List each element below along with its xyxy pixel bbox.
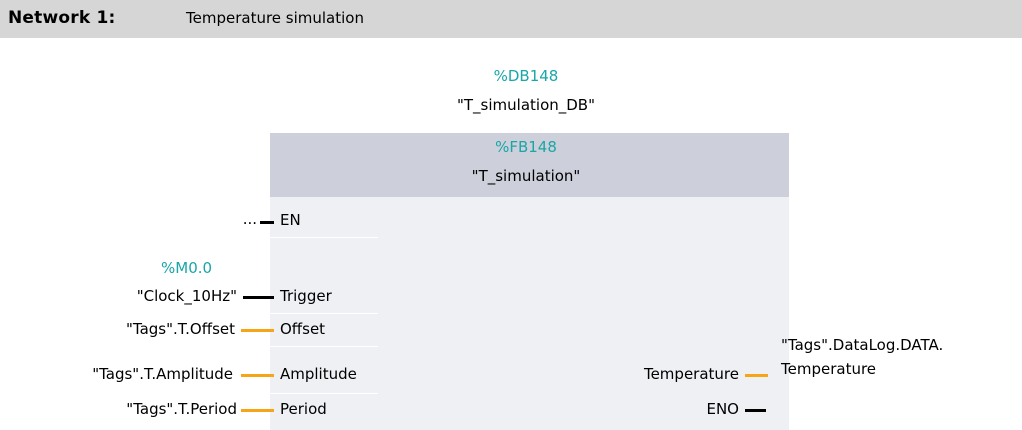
- en-operand[interactable]: ...: [243, 210, 257, 228]
- pin-separator: [270, 313, 378, 314]
- offset-connection-line: [241, 329, 274, 332]
- offset-operand[interactable]: "Tags".T.Offset: [126, 320, 235, 338]
- pin-separator: [270, 237, 378, 238]
- function-block-address: %FB148: [495, 138, 557, 156]
- amplitude-connection-line: [241, 374, 274, 377]
- function-block-name: "T_simulation": [471, 167, 581, 185]
- instance-db-name[interactable]: "T_simulation_DB": [406, 96, 646, 114]
- network-header[interactable]: [0, 0, 1022, 38]
- period-connection-line: [241, 409, 274, 412]
- eno-connection-line: [745, 409, 766, 412]
- pin-separator: [270, 346, 378, 347]
- pin-amplitude: Amplitude: [280, 365, 357, 383]
- pin-eno: ENO: [706, 400, 739, 418]
- trigger-connection-line: [243, 296, 274, 299]
- period-operand[interactable]: "Tags".T.Period: [126, 400, 237, 418]
- trigger-operand[interactable]: "Clock_10Hz": [137, 287, 237, 305]
- pin-offset: Offset: [280, 320, 326, 338]
- amplitude-operand[interactable]: "Tags".T.Amplitude: [92, 365, 233, 383]
- temperature-operand-line-1[interactable]: "Tags".DataLog.DATA.: [781, 336, 943, 354]
- pin-separator: [270, 393, 378, 394]
- pin-temperature: Temperature: [643, 365, 739, 383]
- pin-trigger: Trigger: [280, 287, 332, 305]
- pin-en: EN: [280, 211, 301, 229]
- en-connection-line: [260, 221, 274, 224]
- pin-period: Period: [280, 400, 327, 418]
- instance-db-address: %DB148: [493, 67, 559, 85]
- temperature-connection-line: [745, 374, 768, 377]
- temperature-operand-line-2[interactable]: Temperature: [781, 360, 876, 378]
- network-description[interactable]: Temperature simulation: [186, 9, 364, 27]
- trigger-operand-address: %M0.0: [161, 259, 213, 277]
- network-title: Network 1:: [8, 8, 116, 28]
